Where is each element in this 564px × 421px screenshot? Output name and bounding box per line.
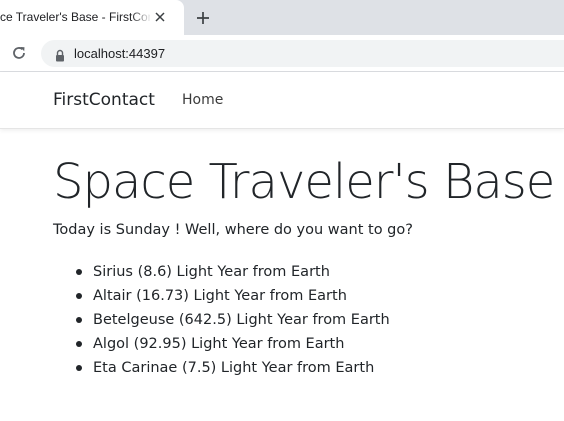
browser-toolbar: localhost:44397: [0, 35, 564, 72]
bullet-icon: [76, 293, 82, 299]
destination-item: Altair (16.73) Light Year from Earth: [76, 284, 390, 308]
tab-title-fade: [130, 6, 152, 28]
bullet-icon: [76, 317, 82, 323]
destination-label: Altair (16.73) Light Year from Earth: [93, 288, 347, 304]
lock-icon: [55, 47, 65, 62]
tab-title: ce Traveler's Base - FirstConta: [0, 10, 150, 24]
bullet-icon: [76, 269, 82, 275]
destination-label: Eta Carinae (7.5) Light Year from Earth: [93, 360, 375, 376]
bullet-icon: [76, 365, 82, 371]
destination-item: Sirius (8.6) Light Year from Earth: [76, 260, 390, 284]
bullet-icon: [76, 341, 82, 347]
page-title: Space Traveler's Base: [53, 154, 555, 210]
destination-item: Eta Carinae (7.5) Light Year from Earth: [76, 356, 390, 380]
destination-label: Betelgeuse (642.5) Light Year from Earth: [93, 312, 390, 328]
browser-tab[interactable]: ce Traveler's Base - FirstConta: [0, 0, 184, 35]
close-icon[interactable]: [152, 9, 168, 25]
brand-link[interactable]: FirstContact: [53, 90, 155, 110]
browser-tabstrip: ce Traveler's Base - FirstConta: [0, 0, 564, 35]
address-bar[interactable]: localhost:44397: [41, 40, 564, 67]
url-text[interactable]: localhost:44397: [74, 46, 165, 61]
destination-item: Algol (92.95) Light Year from Earth: [76, 332, 390, 356]
site-navbar: FirstContact Home: [0, 72, 564, 129]
destination-label: Algol (92.95) Light Year from Earth: [93, 336, 345, 352]
new-tab-icon[interactable]: [194, 9, 212, 27]
reload-icon[interactable]: [10, 44, 28, 62]
destination-list: Sirius (8.6) Light Year from Earth Altai…: [53, 260, 390, 380]
destination-label: Sirius (8.6) Light Year from Earth: [93, 264, 330, 280]
greeting-text: Today is Sunday ! Well, where do you wan…: [53, 222, 413, 238]
main-content: Space Traveler's Base Today is Sunday ! …: [53, 150, 564, 376]
nav-link-home[interactable]: Home: [182, 92, 223, 108]
destination-item: Betelgeuse (642.5) Light Year from Earth: [76, 308, 390, 332]
